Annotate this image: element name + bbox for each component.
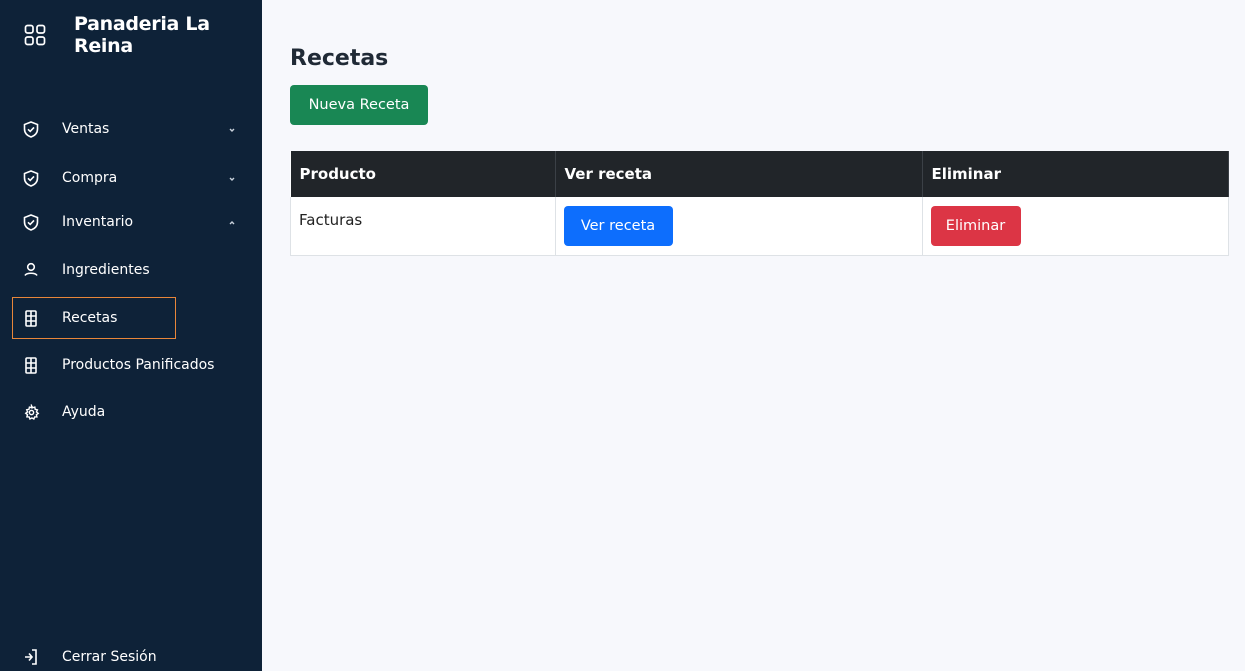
- sidebar-item-label: Inventario: [62, 214, 134, 230]
- table-row: Facturas Ver receta Eliminar: [290, 197, 1229, 256]
- chevron-down-icon: [226, 122, 238, 134]
- column-header-producto: Producto: [290, 151, 556, 197]
- product-name: Facturas: [299, 211, 363, 229]
- view-recipe-button[interactable]: Ver receta: [563, 206, 673, 246]
- grid-icon: [24, 24, 46, 46]
- logout-icon: [22, 648, 40, 666]
- shield-check-icon: [22, 169, 40, 187]
- brand: Panaderia La Reina: [24, 13, 262, 57]
- column-header-ver-receta: Ver receta: [555, 151, 923, 197]
- sidebar-item-label: Recetas: [62, 310, 118, 326]
- logout-label: Cerrar Sesión: [62, 649, 157, 665]
- sidebar-item-ventas[interactable]: Ventas: [22, 114, 242, 144]
- sidebar-item-label: Ingredientes: [62, 262, 150, 278]
- logout-button[interactable]: Cerrar Sesión: [22, 642, 242, 672]
- gear-icon: [22, 403, 40, 421]
- sidebar-item-inventario[interactable]: Inventario: [22, 207, 242, 237]
- sidebar: Panaderia La Reina Ventas Compra Inventa…: [0, 0, 262, 671]
- sidebar-item-label: Ventas: [62, 121, 110, 137]
- new-recipe-button[interactable]: Nueva Receta: [290, 85, 428, 125]
- sidebar-item-compra[interactable]: Compra: [22, 163, 242, 193]
- building-icon: [22, 356, 40, 374]
- sidebar-item-label: Productos Panificados: [62, 357, 215, 373]
- cell-producto: Facturas: [290, 197, 556, 256]
- sidebar-item-label: Ayuda: [62, 404, 106, 420]
- column-header-eliminar: Eliminar: [922, 151, 1229, 197]
- building-icon: [22, 309, 40, 327]
- chevron-up-icon: [226, 215, 238, 227]
- brand-title: Panaderia La Reina: [74, 13, 210, 57]
- shield-check-icon: [22, 213, 40, 231]
- page-title: Recetas: [290, 46, 389, 71]
- sidebar-item-productos-panificados[interactable]: Productos Panificados: [22, 350, 242, 380]
- sidebar-item-label: Compra: [62, 170, 118, 186]
- user-icon: [22, 261, 40, 279]
- cell-eliminar: Eliminar: [922, 197, 1229, 256]
- chevron-down-icon: [226, 171, 238, 183]
- sidebar-item-ayuda[interactable]: Ayuda: [22, 397, 242, 427]
- shield-check-icon: [22, 120, 40, 138]
- cell-ver-receta: Ver receta: [555, 197, 923, 256]
- recipes-table: Producto Ver receta Eliminar Facturas Ve…: [290, 151, 1229, 256]
- delete-recipe-button[interactable]: Eliminar: [930, 206, 1021, 246]
- sidebar-item-recetas[interactable]: Recetas: [22, 303, 242, 333]
- main-content: Recetas Nueva Receta Producto Ver receta…: [262, 0, 1245, 671]
- table-header-row: Producto Ver receta Eliminar: [290, 151, 1229, 197]
- sidebar-item-ingredientes[interactable]: Ingredientes: [22, 255, 242, 285]
